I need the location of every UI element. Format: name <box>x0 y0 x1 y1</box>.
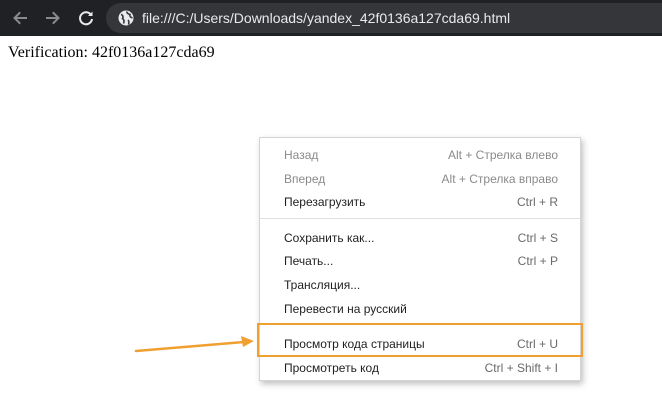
menu-item-label: Сохранить как... <box>284 231 375 245</box>
context-menu: Назад Alt + Стрелка влево Вперед Alt + С… <box>259 137 581 381</box>
arrow-left-icon <box>13 11 27 25</box>
menu-item-print[interactable]: Печать... Ctrl + P <box>260 250 580 272</box>
menu-item-label: Перевести на русский <box>284 302 407 316</box>
menu-item-inspect[interactable]: Просмотреть код Ctrl + Shift + I <box>260 357 580 379</box>
menu-item-label: Перезагрузить <box>284 195 366 209</box>
menu-item-view-page-source[interactable]: Просмотр кода страницы Ctrl + U <box>260 333 580 355</box>
globe-icon <box>118 10 134 26</box>
menu-item-shortcut: Ctrl + P <box>517 254 558 268</box>
menu-item-translate[interactable]: Перевести на русский <box>260 298 580 320</box>
address-bar[interactable]: file:///C:/Users/Downloads/yandex_42f013… <box>106 3 662 33</box>
menu-item-label: Просмотр кода страницы <box>284 337 425 351</box>
menu-item-label: Назад <box>284 148 319 162</box>
verification-text: Verification: 42f0136a127cda69 <box>8 44 215 61</box>
menu-item-forward[interactable]: Вперед Alt + Стрелка вправо <box>260 168 580 190</box>
back-button[interactable] <box>10 8 30 28</box>
menu-separator <box>260 218 580 219</box>
menu-item-shortcut: Ctrl + Shift + I <box>484 361 558 375</box>
menu-item-save-as[interactable]: Сохранить как... Ctrl + S <box>260 227 580 249</box>
menu-item-shortcut: Ctrl + U <box>516 337 558 351</box>
arrow-right-icon <box>46 11 60 25</box>
reload-button[interactable] <box>76 8 96 28</box>
menu-item-shortcut: Ctrl + S <box>517 231 558 245</box>
menu-item-shortcut: Alt + Стрелка влево <box>447 148 558 162</box>
menu-separator <box>260 324 580 325</box>
menu-item-shortcut: Alt + Стрелка вправо <box>441 172 558 186</box>
menu-item-label: Трансляция... <box>284 278 361 292</box>
url-text[interactable]: file:///C:/Users/Downloads/yandex_42f013… <box>142 10 510 26</box>
arrow-icon <box>134 336 254 353</box>
menu-item-shortcut: Ctrl + R <box>516 195 558 209</box>
menu-item-cast[interactable]: Трансляция... <box>260 274 580 296</box>
menu-item-label: Вперед <box>284 172 326 186</box>
reload-icon <box>79 11 93 26</box>
browser-toolbar: file:///C:/Users/Downloads/yandex_42f013… <box>0 0 662 36</box>
forward-button[interactable] <box>43 8 63 28</box>
menu-item-back[interactable]: Назад Alt + Стрелка влево <box>260 144 580 166</box>
menu-item-label: Печать... <box>284 254 334 268</box>
menu-item-reload[interactable]: Перезагрузить Ctrl + R <box>260 191 580 213</box>
menu-item-label: Просмотреть код <box>284 361 379 375</box>
